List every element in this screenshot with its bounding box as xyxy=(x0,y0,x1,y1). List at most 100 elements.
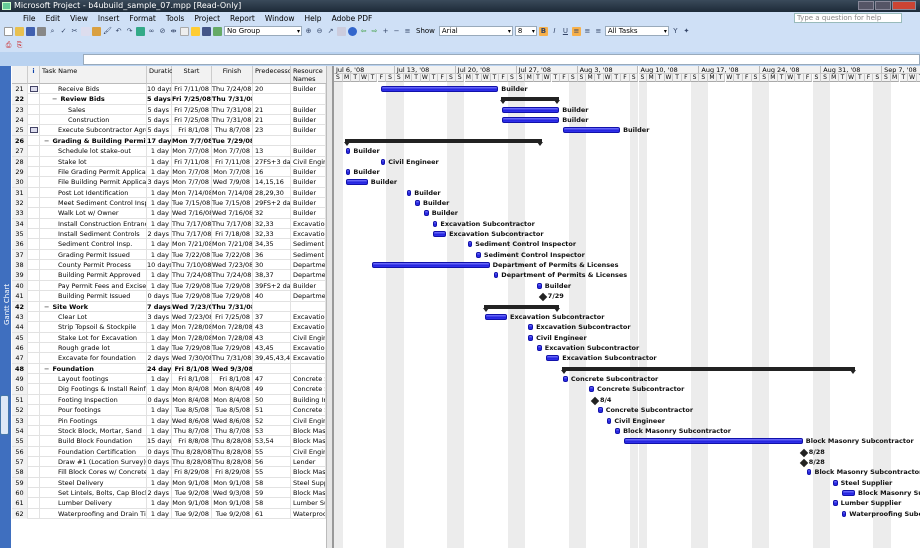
cell-task-name[interactable]: − Review Bids xyxy=(40,94,147,105)
cell-start[interactable]: Wed 7/16/08 xyxy=(172,208,212,219)
task-bar[interactable] xyxy=(345,148,351,155)
cell-predecessors[interactable]: 50 xyxy=(253,394,291,405)
cell-resource-names[interactable]: Block Masonry Subcontractor xyxy=(291,488,326,499)
menu-insert[interactable]: Insert xyxy=(93,14,125,23)
cell-resource-names[interactable]: Department of Permits & Licenses xyxy=(291,291,326,302)
print-icon[interactable] xyxy=(37,26,46,36)
cell-duration[interactable]: 1 day xyxy=(147,322,172,333)
cell-row-number[interactable]: 48 xyxy=(12,363,28,374)
cell-duration[interactable]: 1 day xyxy=(147,146,172,157)
format-painter-icon[interactable]: 🖌 xyxy=(103,27,112,36)
restore-button[interactable] xyxy=(875,1,891,10)
cell-duration[interactable]: 5 days xyxy=(147,125,172,136)
cell-start[interactable]: Mon 7/28/08 xyxy=(172,322,212,333)
cell-start[interactable]: Mon 8/4/08 xyxy=(172,384,212,395)
gantt-wizard-icon[interactable]: ✦ xyxy=(682,27,691,36)
task-bar[interactable] xyxy=(424,210,429,217)
table-row[interactable]: 50 Dig Footings & Install Reinforcing 1 da… xyxy=(12,384,326,395)
cell-predecessors[interactable]: 47 xyxy=(253,374,291,385)
cell-predecessors[interactable] xyxy=(253,301,291,312)
task-bar[interactable] xyxy=(537,345,542,351)
task-notes-icon[interactable] xyxy=(191,26,200,36)
cell-row-number[interactable]: 32 xyxy=(12,197,28,208)
table-row[interactable]: 52 Pour footings 1 day Tue 8/5/08 Tue 8/5/08… xyxy=(12,405,326,416)
cell-predecessors[interactable]: 49 xyxy=(253,384,291,395)
cell-task-name[interactable]: − Foundation xyxy=(40,363,147,374)
cell-finish[interactable]: Wed 7/23/08 xyxy=(212,260,253,271)
table-row[interactable]: 33 Walk Lot w/ Owner 1 day Wed 7/16/08 Wed 7… xyxy=(12,208,326,219)
save-icon[interactable] xyxy=(26,26,35,36)
cell-row-number[interactable]: 34 xyxy=(12,218,28,229)
cell-finish[interactable]: Mon 7/21/08 xyxy=(212,239,253,250)
table-row[interactable]: 31 Post Lot Identification 1 day Mon 7/14/0… xyxy=(12,187,326,198)
cell-duration[interactable]: 5 days xyxy=(147,104,172,115)
cell-start[interactable]: Fri 7/11/08 xyxy=(172,156,212,167)
cell-resource-names[interactable]: Civil Engineer xyxy=(291,446,326,457)
cell-finish[interactable]: Wed 7/9/08 xyxy=(212,177,253,188)
menu-edit[interactable]: Edit xyxy=(41,14,66,23)
cell-task-name[interactable]: Execute Subcontractor Agreeme xyxy=(40,125,147,136)
summary-bar[interactable] xyxy=(500,97,561,105)
cell-resource-names[interactable]: Excavation Subcontractor xyxy=(291,343,326,353)
cell-finish[interactable]: Thu 7/31/08 xyxy=(212,115,253,126)
table-row[interactable]: 34 Install Construction Entrance 1 day Thu … xyxy=(12,218,326,230)
bold-icon[interactable]: B xyxy=(538,26,548,36)
cell-resource-names[interactable]: Block Masonry Subcontractor xyxy=(291,425,326,436)
task-bar[interactable] xyxy=(380,158,386,165)
group-select[interactable]: No Group xyxy=(224,26,302,36)
task-bar[interactable] xyxy=(806,469,812,476)
cell-duration[interactable]: 1 day xyxy=(147,384,172,395)
cell-duration[interactable]: 1 day xyxy=(147,332,172,343)
task-bar[interactable] xyxy=(841,490,855,497)
cell-duration[interactable]: 3 days xyxy=(147,177,172,188)
cell-finish[interactable]: Tue 7/15/08 xyxy=(212,197,253,208)
scroll-to-task-icon[interactable]: ↗ xyxy=(326,27,335,36)
cell-predecessors[interactable]: 29FS+2 days xyxy=(253,197,291,208)
cell-start[interactable]: Fri 8/1/08 xyxy=(172,125,212,136)
cell-predecessors[interactable]: 40 xyxy=(253,291,291,302)
task-bar[interactable] xyxy=(537,282,542,289)
cell-task-name[interactable]: Lumber Delivery xyxy=(40,498,147,509)
cell-duration[interactable]: 1 day xyxy=(147,508,172,519)
cell-start[interactable]: Thu 7/17/08 xyxy=(172,229,212,240)
cell-start[interactable]: Tue 7/29/08 xyxy=(172,280,212,291)
cell-resource-names[interactable] xyxy=(291,301,326,312)
collapse-icon[interactable]: − xyxy=(44,303,49,311)
cell-finish[interactable]: Tue 7/29/08 xyxy=(212,343,253,353)
cell-finish[interactable]: Mon 7/28/08 xyxy=(212,332,253,343)
task-bar[interactable] xyxy=(832,479,838,486)
cell-predecessors[interactable]: 32 xyxy=(253,208,291,219)
cell-row-number[interactable]: 21 xyxy=(12,84,28,94)
hyperlink-icon[interactable] xyxy=(136,26,145,36)
column-finish[interactable]: Finish xyxy=(212,66,253,84)
cell-resource-names[interactable]: Builder xyxy=(291,187,326,198)
cell-duration[interactable]: 1 day xyxy=(147,239,172,250)
cell-finish[interactable]: Thu 7/24/08 xyxy=(212,84,253,94)
cell-finish[interactable]: Thu 8/7/08 xyxy=(212,425,253,436)
collapse-icon[interactable]: − xyxy=(44,137,49,145)
cell-task-name[interactable]: Sales xyxy=(40,104,147,115)
cell-row-number[interactable]: 50 xyxy=(12,384,28,395)
cell-duration[interactable]: 5 days xyxy=(147,115,172,126)
cell-predecessors[interactable] xyxy=(253,135,291,146)
cell-row-number[interactable]: 39 xyxy=(12,270,28,281)
cell-row-number[interactable]: 52 xyxy=(12,405,28,416)
cell-task-name[interactable]: Footing Inspection xyxy=(40,394,147,405)
cell-start[interactable]: Tue 8/5/08 xyxy=(172,405,212,416)
cell-predecessors[interactable] xyxy=(253,94,291,105)
cell-predecessors[interactable]: 58 xyxy=(253,498,291,509)
cell-row-number[interactable]: 58 xyxy=(12,467,28,478)
summary-bar[interactable] xyxy=(343,138,543,146)
cell-predecessors[interactable]: 58 xyxy=(253,477,291,488)
cell-predecessors[interactable]: 38,37 xyxy=(253,270,291,281)
cell-predecessors[interactable]: 43 xyxy=(253,332,291,343)
cell-start[interactable]: Mon 7/7/08 xyxy=(172,166,212,177)
cell-duration[interactable]: 1 day xyxy=(147,343,172,353)
font-size-select[interactable]: 8 xyxy=(514,26,537,36)
cell-duration[interactable]: 1 day xyxy=(147,197,172,208)
cell-task-name[interactable]: County Permit Process xyxy=(40,260,147,271)
cell-resource-names[interactable]: Excavation Subcontractor xyxy=(291,218,326,229)
table-row[interactable]: 62 Waterproofing and Drain Tile 1 day Tue 9… xyxy=(12,508,326,520)
task-bar[interactable] xyxy=(345,179,368,186)
convert-to-pdf-icon[interactable]: ⎙ xyxy=(4,41,13,50)
